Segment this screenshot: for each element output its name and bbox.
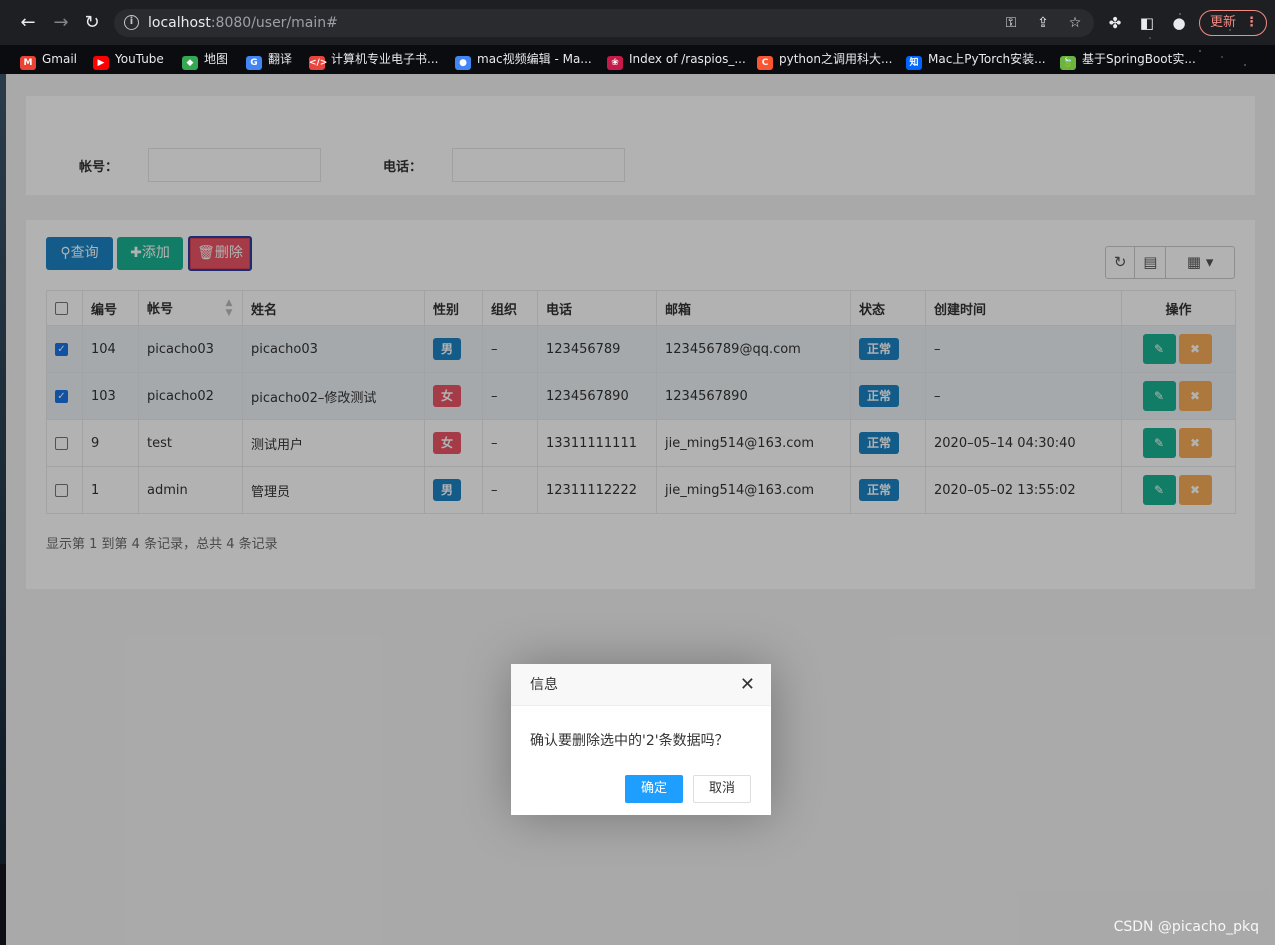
bookmark-favicon-icon: </> (309, 56, 328, 70)
address-bar[interactable]: i localhost:8080/user/main# ⚿ ⇪ ☆ (114, 9, 1094, 37)
bookmark-label: mac视频编辑 - Ma... (477, 52, 592, 66)
bookmark-label: Gmail (42, 52, 78, 66)
bookmark-label: YouTube (115, 52, 164, 66)
bookmark-favicon-icon: ❀ (607, 56, 623, 70)
site-info-icon[interactable]: i (124, 15, 139, 30)
bookmark-item[interactable]: 🍃 基于SpringBoot实... (1060, 50, 1196, 70)
more-menu-icon[interactable]: ⋮ (1245, 11, 1258, 35)
forward-arrow-icon[interactable]: → (50, 12, 72, 34)
profile-icon[interactable]: ● (1169, 13, 1189, 33)
watermark: CSDN @picacho_pkq (1113, 919, 1259, 935)
bookmark-favicon-icon: ▶ (93, 56, 109, 70)
bookmark-item[interactable]: ◆ 地图 (182, 50, 229, 70)
bookmark-label: 基于SpringBoot实... (1082, 52, 1196, 66)
bookmark-label: Index of /raspios_... (629, 52, 746, 66)
side-panel-icon[interactable]: ◧ (1137, 13, 1157, 33)
bookmark-favicon-icon: 🍃 (1060, 56, 1076, 70)
confirm-dialog: 信息 ✕ 确认要删除选中的'2'条数据吗？ 确定 取消 (511, 664, 771, 815)
bookmarks-bar: M Gmail ▶ YouTube ◆ 地图 G 翻译 </> 计算机专业电子书... ● mac视频… (0, 45, 1275, 74)
bookmark-item[interactable]: G 翻译 (246, 50, 293, 70)
bookmark-item[interactable]: Cpython之调用科大... (757, 50, 893, 70)
bookmark-favicon-icon: G (246, 56, 262, 70)
bookmark-favicon-icon: ● (455, 56, 471, 70)
share-icon[interactable]: ⇪ (1034, 14, 1052, 32)
dialog-header: 信息 ✕ (511, 664, 771, 706)
key-icon[interactable]: ⚿ (1002, 14, 1020, 32)
reload-icon[interactable]: ↻ (81, 12, 103, 34)
url-text: localhost:8080/user/main# (148, 15, 338, 31)
bookmark-item[interactable]: ❀ Index of /raspios_... (607, 50, 746, 70)
bookmark-label: 计算机专业电子书... (331, 52, 439, 66)
bookmark-label: 翻译 (268, 52, 293, 66)
bookmark-item[interactable]: ● mac视频编辑 - Ma... (455, 50, 592, 70)
confirm-button[interactable]: 确定 (625, 775, 684, 803)
dialog-message: 确认要删除选中的'2'条数据吗？ (530, 733, 729, 749)
bookmark-item[interactable]: 知 Mac上PyTorch安装... (906, 50, 1046, 70)
extensions-icon[interactable]: ✤ (1105, 13, 1125, 33)
browser-toolbar: ← → ↻ i localhost:8080/user/main# ⚿ ⇪ ☆ … (0, 0, 1275, 45)
star-icon[interactable]: ☆ (1066, 14, 1084, 32)
back-arrow-icon[interactable]: ← (17, 12, 39, 34)
update-button[interactable]: 更新 ⋮ (1199, 10, 1267, 36)
bookmark-favicon-icon: M (20, 56, 36, 70)
bookmark-label: python之调用科大... (779, 52, 893, 66)
dialog-title: 信息 (530, 677, 558, 693)
bookmark-item[interactable]: ▶ YouTube (93, 50, 164, 70)
bookmark-label: Mac上PyTorch安装... (928, 52, 1046, 66)
cancel-button[interactable]: 取消 (693, 775, 752, 803)
bookmark-favicon-icon: 知 (906, 56, 922, 70)
bookmark-favicon-icon: ◆ (182, 56, 198, 70)
close-icon[interactable]: ✕ (740, 664, 755, 706)
bookmark-favicon-icon: C (757, 56, 773, 70)
bookmark-item[interactable]: M Gmail (20, 50, 78, 70)
bookmark-label: 地图 (204, 52, 229, 66)
bookmark-item[interactable]: </> 计算机专业电子书... (309, 50, 439, 70)
